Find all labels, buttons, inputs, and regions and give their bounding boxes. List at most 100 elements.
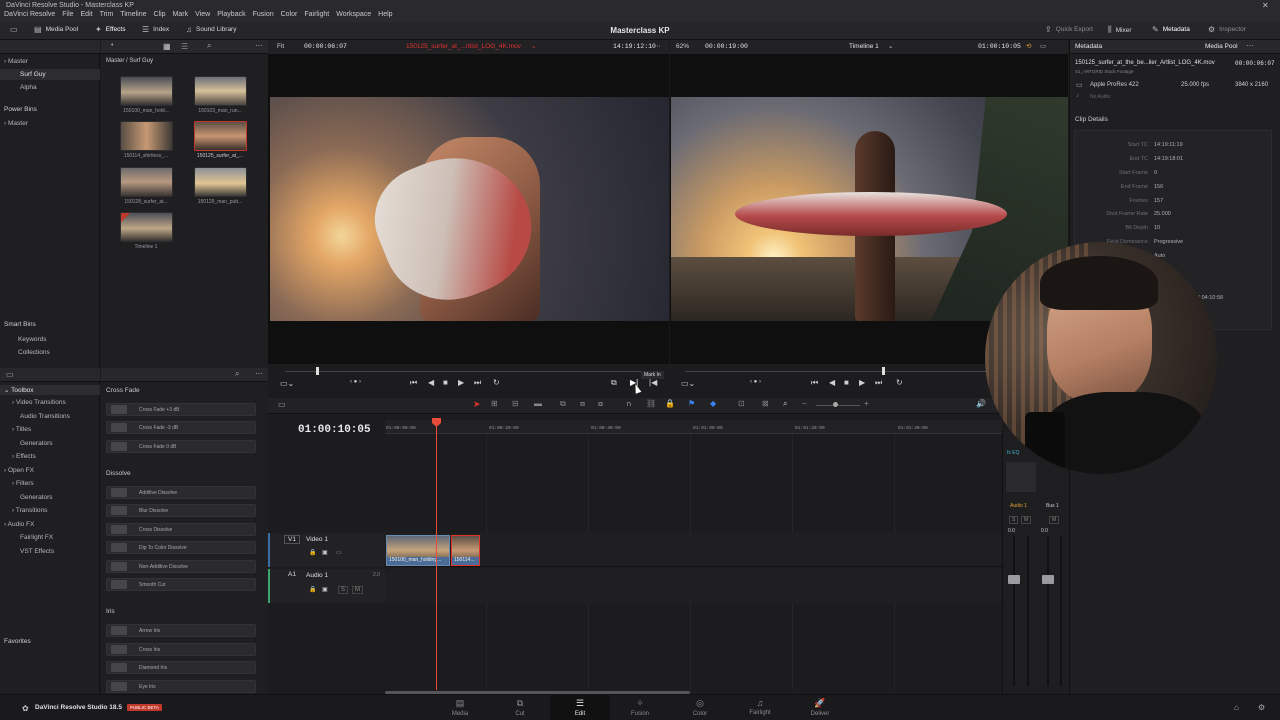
index-button[interactable]: ☰ Index xyxy=(142,25,169,34)
audiofx-vst[interactable]: VST Effects xyxy=(20,548,54,555)
more-options-icon[interactable]: ⋯ xyxy=(255,369,263,378)
source-scrubber-handle[interactable] xyxy=(316,367,319,375)
home-icon[interactable]: ⌂ xyxy=(1234,703,1239,712)
effect-item[interactable]: Non-Additive Dissolve xyxy=(106,560,256,573)
smart-bin-collections[interactable]: Collections xyxy=(18,349,50,356)
chevron-down-icon[interactable]: ⌄ xyxy=(531,42,536,50)
jog-control[interactable]: ‹ ● › xyxy=(750,379,761,385)
menu-mark[interactable]: Mark xyxy=(173,11,189,18)
chevron-down-icon[interactable]: ⌄ xyxy=(888,42,893,50)
solo-button[interactable]: S xyxy=(338,586,349,594)
timeline-clip-selected[interactable]: 150114... xyxy=(451,535,480,566)
zoom-in-icon[interactable]: + xyxy=(864,399,869,408)
more-options-icon[interactable]: ⋯ xyxy=(1246,41,1254,50)
selection-tool-icon[interactable]: ➤ xyxy=(473,399,481,410)
list-view-icon[interactable]: ☰ xyxy=(181,42,188,51)
page-cut[interactable]: ⧉ Cut xyxy=(500,698,540,717)
toolbox-generators[interactable]: Generators xyxy=(20,440,53,447)
skip-start-icon[interactable]: ⏮ xyxy=(811,378,818,388)
metadata-button[interactable]: ✎ Metadata xyxy=(1152,25,1190,34)
solo-button[interactable]: S xyxy=(1009,516,1019,524)
clip-thumbnail[interactable] xyxy=(120,121,173,151)
clip-thumbnail[interactable] xyxy=(194,167,247,197)
mute-button[interactable]: M xyxy=(1021,516,1032,524)
auto-select-icon[interactable]: ▣ xyxy=(322,586,328,593)
fader-handle[interactable] xyxy=(1042,575,1054,584)
play-reverse-icon[interactable]: ◀ xyxy=(428,378,434,387)
play-reverse-icon[interactable]: ◀ xyxy=(829,378,835,387)
menu-clip[interactable]: Clip xyxy=(154,11,166,18)
match-frame-icon[interactable]: ⧉ xyxy=(611,378,617,388)
dynamic-trim-icon[interactable]: ⊟ xyxy=(512,399,519,408)
clip-thumbnail[interactable] xyxy=(120,167,173,197)
stop-icon[interactable]: ■ xyxy=(844,378,849,387)
snapping-icon[interactable]: ∩ xyxy=(626,399,632,408)
viewer-mode-icon[interactable]: ▭⌄ xyxy=(681,379,695,388)
quick-export-button[interactable]: ⇪ Quick Export xyxy=(1045,25,1093,34)
overwrite-clip-icon[interactable]: ⧈ xyxy=(580,399,585,409)
effect-item[interactable]: Eye Iris xyxy=(106,680,256,693)
effects-button[interactable]: ✦ Effects xyxy=(95,25,125,34)
menu-workspace[interactable]: Workspace xyxy=(336,11,371,18)
audiofx-fairlight[interactable]: Fairlight FX xyxy=(20,534,53,541)
timeline-thumbnail[interactable] xyxy=(120,212,173,242)
slider-icon[interactable]: • xyxy=(111,42,113,49)
fader-track[interactable] xyxy=(1047,536,1049,686)
power-bin-master[interactable]: › Master xyxy=(4,120,28,127)
linked-selection-icon[interactable]: ⛓ xyxy=(646,399,656,408)
playhead-line[interactable] xyxy=(436,420,437,690)
zoom-fit-dropdown[interactable]: Fit xyxy=(277,43,284,50)
menu-playback[interactable]: Playback xyxy=(217,11,245,18)
page-fusion[interactable]: ✧ Fusion xyxy=(620,698,660,717)
panel-toggle-icon[interactable]: ▭ xyxy=(6,370,14,379)
bin-master[interactable]: › Master xyxy=(4,58,28,65)
loop-icon[interactable]: ↻ xyxy=(896,378,903,387)
more-options-icon[interactable]: ⋯ xyxy=(255,41,263,50)
toolbox-root[interactable]: ⌄ Toolbox xyxy=(4,386,34,394)
replace-clip-icon[interactable]: ⧇ xyxy=(598,399,603,409)
effect-item[interactable]: Cross Dissolve xyxy=(106,523,256,536)
openfx-filters[interactable]: › Filters xyxy=(12,480,34,487)
zoom-full-icon[interactable]: ⊡ xyxy=(738,399,745,408)
openfx-transitions[interactable]: › Transitions xyxy=(12,507,47,514)
menu-fusion[interactable]: Fusion xyxy=(253,11,274,18)
lock-icon[interactable]: 🔒 xyxy=(309,586,316,593)
clip-thumbnail[interactable] xyxy=(120,76,173,106)
media-pool-tab[interactable]: Media Pool xyxy=(1205,43,1238,50)
bin-alpha[interactable]: Alpha xyxy=(20,84,37,91)
search-icon[interactable]: ⌕ xyxy=(235,369,239,379)
smart-bin-keywords[interactable]: Keywords xyxy=(18,336,47,343)
zoom-slider-track[interactable] xyxy=(816,405,860,406)
menu-view[interactable]: View xyxy=(195,11,210,18)
fader-track[interactable] xyxy=(1013,536,1015,686)
effect-item[interactable]: Cross Fade 0 dB xyxy=(106,440,256,453)
menu-color[interactable]: Color xyxy=(281,11,298,18)
zoom-out-icon[interactable]: − xyxy=(802,399,807,408)
timeline-options-icon[interactable]: ▭ xyxy=(278,400,286,409)
menu-file[interactable]: File xyxy=(62,11,73,18)
mixer-button[interactable]: ⫼ Mixer xyxy=(1108,25,1132,35)
effect-item[interactable]: Additive Dissolve xyxy=(106,486,256,499)
openfx-root[interactable]: › Open FX xyxy=(4,467,34,474)
volume-icon[interactable]: 🔊 xyxy=(976,399,986,408)
effect-item[interactable]: Cross Fade +3 dB xyxy=(106,403,256,416)
clip-thumbnail-selected[interactable] xyxy=(194,121,247,151)
skip-start-icon[interactable]: ⏮ xyxy=(410,378,417,388)
flag-icon[interactable]: ⚑ xyxy=(688,399,695,408)
jog-control[interactable]: ‹ ● › xyxy=(350,379,361,385)
marker-icon[interactable]: ◆ xyxy=(710,399,716,408)
search-icon[interactable]: ⌕ xyxy=(207,41,211,51)
effect-item[interactable]: Cross Fade -3 dB xyxy=(106,421,256,434)
monitor-icon[interactable]: ▭ xyxy=(1040,42,1046,50)
effect-item[interactable]: Cross Iris xyxy=(106,643,256,656)
page-media[interactable]: ▤ Media xyxy=(440,698,480,717)
zoom-slider-handle[interactable] xyxy=(833,402,838,407)
bin-surf-guy[interactable]: Surf Guy xyxy=(20,71,46,78)
effect-item[interactable]: Dip To Color Dissolve xyxy=(106,541,256,554)
toolbox-effects[interactable]: › Effects xyxy=(12,453,36,460)
play-icon[interactable]: ▶ xyxy=(859,378,865,387)
sound-library-button[interactable]: ♫ Sound Library xyxy=(186,25,236,34)
position-lock-icon[interactable]: 🔒 xyxy=(665,399,675,408)
fader-handle[interactable] xyxy=(1008,575,1020,584)
track-name[interactable]: Video 1 xyxy=(306,536,328,543)
